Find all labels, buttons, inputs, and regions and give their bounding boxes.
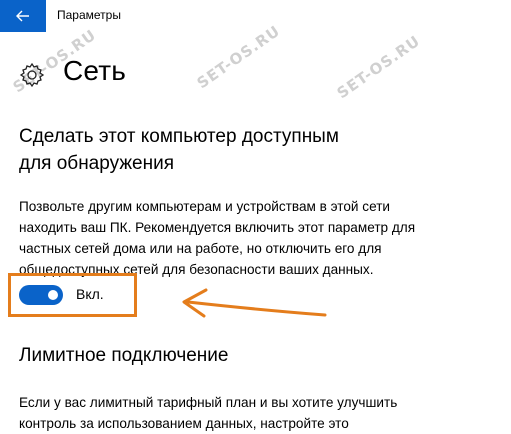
orange-arrow-icon [182, 288, 327, 318]
watermark: SET-OS.RU [333, 31, 424, 103]
watermark: SET-OS.RU [193, 21, 284, 93]
discovery-section-title: Сделать этот компьютер доступным для обн… [19, 126, 339, 174]
metered-section-title: Лимитное подключение [19, 345, 229, 366]
title-bar: Параметры [0, 0, 511, 32]
toggle-label: Вкл. [76, 286, 104, 302]
back-arrow-icon [16, 10, 29, 22]
back-button[interactable] [0, 0, 46, 32]
page-title: Сеть [63, 55, 127, 86]
window-title: Параметры [57, 8, 121, 22]
gear-icon [19, 62, 45, 88]
discovery-toggle[interactable] [19, 285, 63, 305]
discovery-description: Позвольте другим компьютерам и устройств… [19, 199, 416, 277]
toggle-knob [48, 290, 58, 300]
metered-description: Если у вас лимитный тарифный план и вы х… [19, 395, 398, 431]
